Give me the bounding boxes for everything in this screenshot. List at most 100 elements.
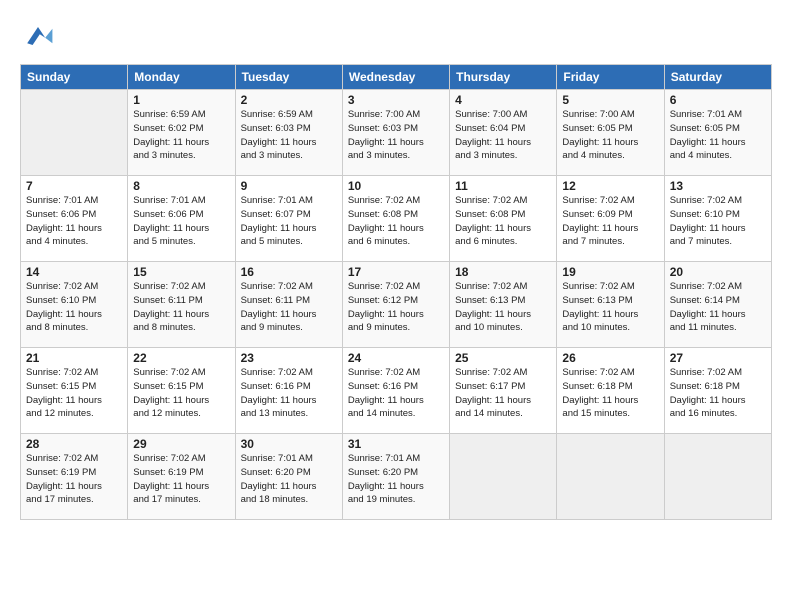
calendar-cell: 18Sunrise: 7:02 AMSunset: 6:13 PMDayligh… <box>450 262 557 348</box>
day-number: 21 <box>26 351 122 365</box>
day-number: 18 <box>455 265 551 279</box>
weekday-header-monday: Monday <box>128 65 235 90</box>
calendar-week-row: 1Sunrise: 6:59 AMSunset: 6:02 PMDaylight… <box>21 90 772 176</box>
day-info: Sunrise: 7:02 AMSunset: 6:16 PMDaylight:… <box>348 366 444 421</box>
day-number: 22 <box>133 351 229 365</box>
weekday-header-wednesday: Wednesday <box>342 65 449 90</box>
header <box>20 18 772 54</box>
day-info: Sunrise: 7:02 AMSunset: 6:18 PMDaylight:… <box>562 366 658 421</box>
day-number: 5 <box>562 93 658 107</box>
day-info: Sunrise: 7:02 AMSunset: 6:12 PMDaylight:… <box>348 280 444 335</box>
day-info: Sunrise: 7:01 AMSunset: 6:20 PMDaylight:… <box>241 452 337 507</box>
day-number: 4 <box>455 93 551 107</box>
calendar-cell: 20Sunrise: 7:02 AMSunset: 6:14 PMDayligh… <box>664 262 771 348</box>
page: SundayMondayTuesdayWednesdayThursdayFrid… <box>0 0 792 612</box>
day-number: 1 <box>133 93 229 107</box>
calendar-cell <box>21 90 128 176</box>
calendar-cell: 24Sunrise: 7:02 AMSunset: 6:16 PMDayligh… <box>342 348 449 434</box>
day-info: Sunrise: 7:02 AMSunset: 6:13 PMDaylight:… <box>562 280 658 335</box>
calendar-cell: 13Sunrise: 7:02 AMSunset: 6:10 PMDayligh… <box>664 176 771 262</box>
calendar-cell: 11Sunrise: 7:02 AMSunset: 6:08 PMDayligh… <box>450 176 557 262</box>
day-info: Sunrise: 7:02 AMSunset: 6:08 PMDaylight:… <box>455 194 551 249</box>
day-number: 8 <box>133 179 229 193</box>
day-number: 16 <box>241 265 337 279</box>
day-info: Sunrise: 7:01 AMSunset: 6:07 PMDaylight:… <box>241 194 337 249</box>
day-number: 3 <box>348 93 444 107</box>
calendar-cell: 19Sunrise: 7:02 AMSunset: 6:13 PMDayligh… <box>557 262 664 348</box>
day-number: 14 <box>26 265 122 279</box>
calendar-cell: 10Sunrise: 7:02 AMSunset: 6:08 PMDayligh… <box>342 176 449 262</box>
logo <box>20 18 60 54</box>
calendar-cell: 25Sunrise: 7:02 AMSunset: 6:17 PMDayligh… <box>450 348 557 434</box>
day-info: Sunrise: 7:02 AMSunset: 6:08 PMDaylight:… <box>348 194 444 249</box>
calendar-week-row: 28Sunrise: 7:02 AMSunset: 6:19 PMDayligh… <box>21 434 772 520</box>
day-number: 26 <box>562 351 658 365</box>
calendar-cell: 5Sunrise: 7:00 AMSunset: 6:05 PMDaylight… <box>557 90 664 176</box>
day-info: Sunrise: 7:02 AMSunset: 6:15 PMDaylight:… <box>26 366 122 421</box>
calendar-cell: 1Sunrise: 6:59 AMSunset: 6:02 PMDaylight… <box>128 90 235 176</box>
day-info: Sunrise: 6:59 AMSunset: 6:02 PMDaylight:… <box>133 108 229 163</box>
weekday-header-friday: Friday <box>557 65 664 90</box>
calendar-cell: 12Sunrise: 7:02 AMSunset: 6:09 PMDayligh… <box>557 176 664 262</box>
day-info: Sunrise: 7:01 AMSunset: 6:05 PMDaylight:… <box>670 108 766 163</box>
calendar-cell: 21Sunrise: 7:02 AMSunset: 6:15 PMDayligh… <box>21 348 128 434</box>
calendar-cell: 27Sunrise: 7:02 AMSunset: 6:18 PMDayligh… <box>664 348 771 434</box>
day-number: 17 <box>348 265 444 279</box>
calendar-cell: 26Sunrise: 7:02 AMSunset: 6:18 PMDayligh… <box>557 348 664 434</box>
calendar-cell: 6Sunrise: 7:01 AMSunset: 6:05 PMDaylight… <box>664 90 771 176</box>
day-info: Sunrise: 7:02 AMSunset: 6:16 PMDaylight:… <box>241 366 337 421</box>
day-info: Sunrise: 7:02 AMSunset: 6:09 PMDaylight:… <box>562 194 658 249</box>
weekday-header-saturday: Saturday <box>664 65 771 90</box>
calendar-cell: 8Sunrise: 7:01 AMSunset: 6:06 PMDaylight… <box>128 176 235 262</box>
day-info: Sunrise: 6:59 AMSunset: 6:03 PMDaylight:… <box>241 108 337 163</box>
day-info: Sunrise: 7:02 AMSunset: 6:17 PMDaylight:… <box>455 366 551 421</box>
calendar-cell: 22Sunrise: 7:02 AMSunset: 6:15 PMDayligh… <box>128 348 235 434</box>
calendar-cell: 15Sunrise: 7:02 AMSunset: 6:11 PMDayligh… <box>128 262 235 348</box>
calendar-cell: 29Sunrise: 7:02 AMSunset: 6:19 PMDayligh… <box>128 434 235 520</box>
generalblue-logo-icon <box>20 18 56 54</box>
calendar-cell: 4Sunrise: 7:00 AMSunset: 6:04 PMDaylight… <box>450 90 557 176</box>
day-info: Sunrise: 7:02 AMSunset: 6:18 PMDaylight:… <box>670 366 766 421</box>
day-number: 10 <box>348 179 444 193</box>
calendar-week-row: 21Sunrise: 7:02 AMSunset: 6:15 PMDayligh… <box>21 348 772 434</box>
calendar-cell: 7Sunrise: 7:01 AMSunset: 6:06 PMDaylight… <box>21 176 128 262</box>
day-number: 29 <box>133 437 229 451</box>
day-number: 12 <box>562 179 658 193</box>
day-number: 30 <box>241 437 337 451</box>
weekday-header-thursday: Thursday <box>450 65 557 90</box>
day-number: 31 <box>348 437 444 451</box>
day-info: Sunrise: 7:02 AMSunset: 6:11 PMDaylight:… <box>241 280 337 335</box>
calendar-cell: 16Sunrise: 7:02 AMSunset: 6:11 PMDayligh… <box>235 262 342 348</box>
day-info: Sunrise: 7:02 AMSunset: 6:13 PMDaylight:… <box>455 280 551 335</box>
calendar-cell: 3Sunrise: 7:00 AMSunset: 6:03 PMDaylight… <box>342 90 449 176</box>
day-info: Sunrise: 7:02 AMSunset: 6:11 PMDaylight:… <box>133 280 229 335</box>
calendar-cell: 30Sunrise: 7:01 AMSunset: 6:20 PMDayligh… <box>235 434 342 520</box>
day-info: Sunrise: 7:01 AMSunset: 6:06 PMDaylight:… <box>133 194 229 249</box>
day-info: Sunrise: 7:00 AMSunset: 6:03 PMDaylight:… <box>348 108 444 163</box>
day-info: Sunrise: 7:02 AMSunset: 6:15 PMDaylight:… <box>133 366 229 421</box>
calendar-cell: 23Sunrise: 7:02 AMSunset: 6:16 PMDayligh… <box>235 348 342 434</box>
day-info: Sunrise: 7:02 AMSunset: 6:19 PMDaylight:… <box>133 452 229 507</box>
day-number: 28 <box>26 437 122 451</box>
day-number: 11 <box>455 179 551 193</box>
day-number: 20 <box>670 265 766 279</box>
day-info: Sunrise: 7:01 AMSunset: 6:06 PMDaylight:… <box>26 194 122 249</box>
calendar-cell: 28Sunrise: 7:02 AMSunset: 6:19 PMDayligh… <box>21 434 128 520</box>
day-info: Sunrise: 7:02 AMSunset: 6:19 PMDaylight:… <box>26 452 122 507</box>
calendar-cell <box>664 434 771 520</box>
day-info: Sunrise: 7:01 AMSunset: 6:20 PMDaylight:… <box>348 452 444 507</box>
day-info: Sunrise: 7:00 AMSunset: 6:05 PMDaylight:… <box>562 108 658 163</box>
calendar-cell: 31Sunrise: 7:01 AMSunset: 6:20 PMDayligh… <box>342 434 449 520</box>
day-number: 25 <box>455 351 551 365</box>
day-number: 13 <box>670 179 766 193</box>
calendar-cell <box>557 434 664 520</box>
day-number: 24 <box>348 351 444 365</box>
day-number: 23 <box>241 351 337 365</box>
day-number: 15 <box>133 265 229 279</box>
weekday-header-tuesday: Tuesday <box>235 65 342 90</box>
day-number: 2 <box>241 93 337 107</box>
day-number: 9 <box>241 179 337 193</box>
day-info: Sunrise: 7:02 AMSunset: 6:10 PMDaylight:… <box>670 194 766 249</box>
day-info: Sunrise: 7:02 AMSunset: 6:10 PMDaylight:… <box>26 280 122 335</box>
calendar-cell: 17Sunrise: 7:02 AMSunset: 6:12 PMDayligh… <box>342 262 449 348</box>
